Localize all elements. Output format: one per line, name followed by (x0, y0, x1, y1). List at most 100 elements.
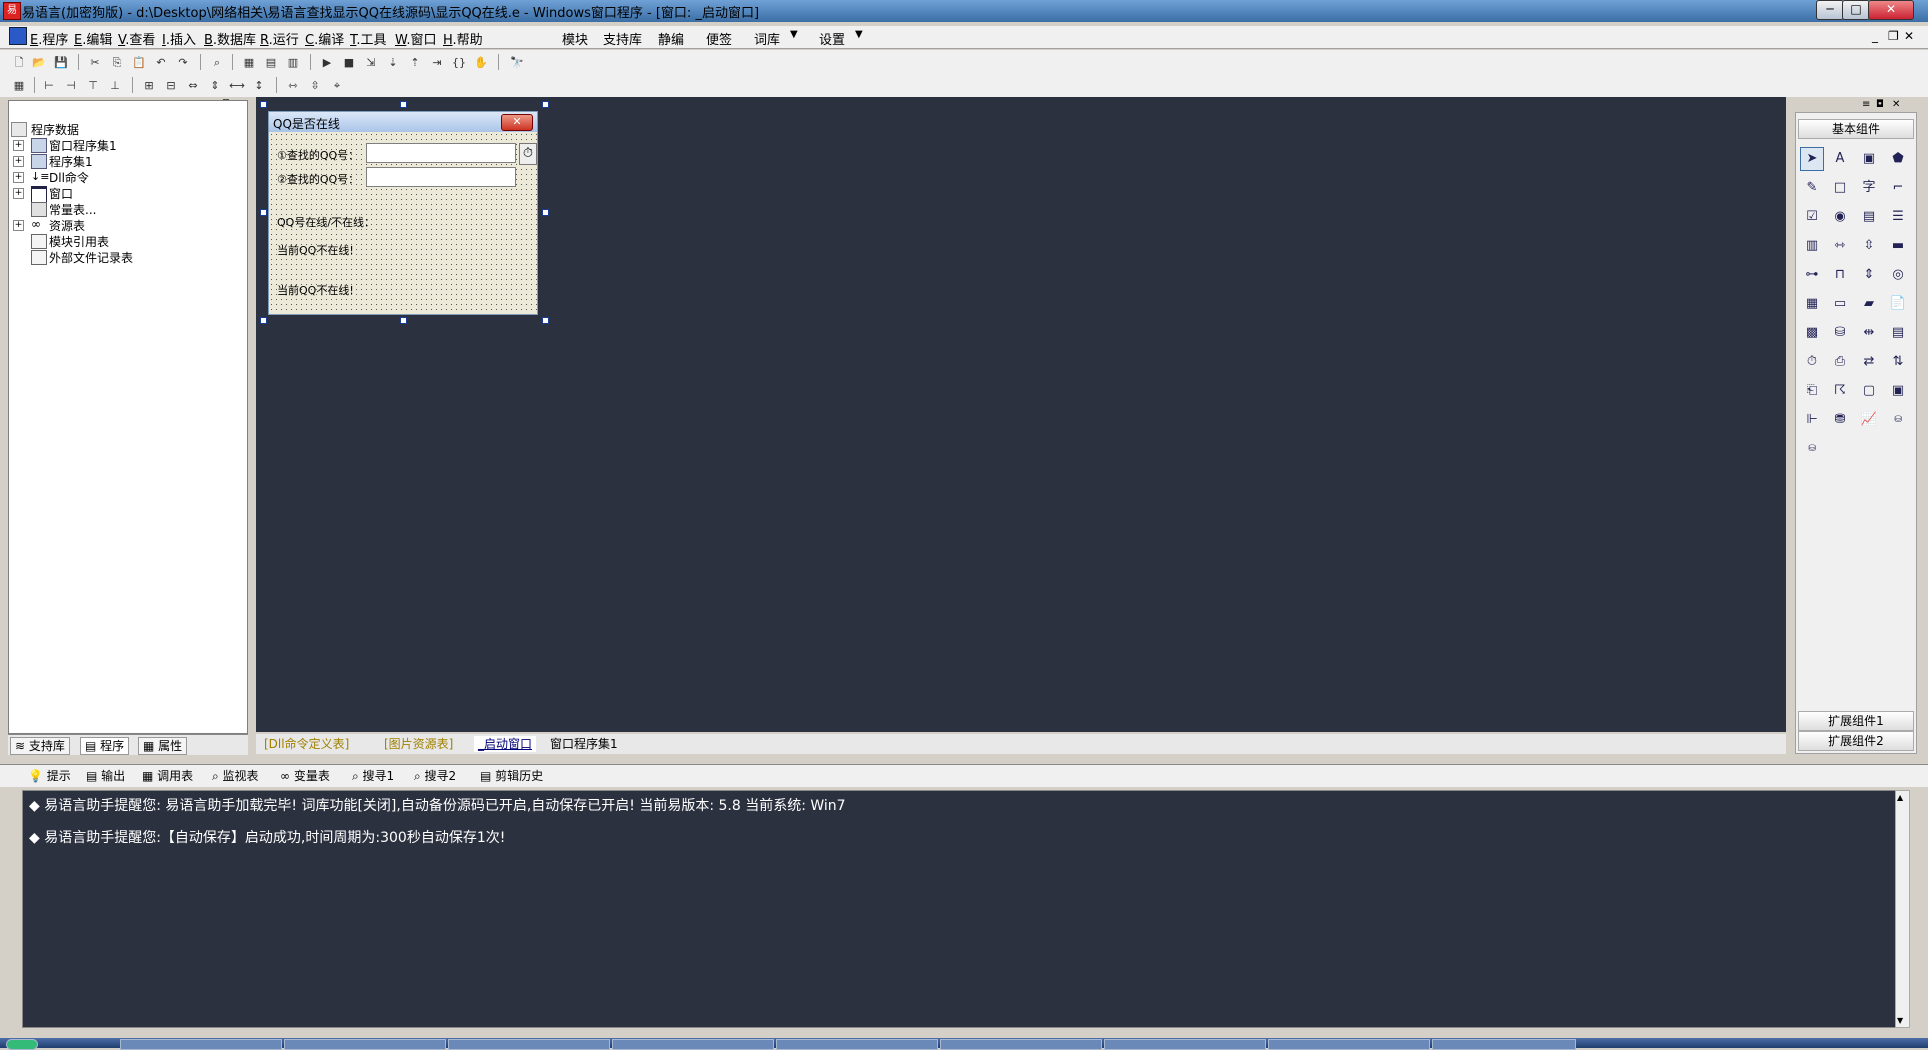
label-status[interactable]: QQ号在线/不在线： (277, 214, 375, 230)
slider-icon[interactable]: ⊶ (1800, 263, 1824, 287)
run-to-cursor-icon[interactable]: ⇥ (428, 54, 446, 72)
menu-module[interactable]: 模块 (562, 29, 588, 48)
thesaurus-dropdown-icon[interactable]: ▼ (790, 29, 798, 40)
menu-static-compile[interactable]: 静编 (658, 29, 684, 48)
menu-run[interactable]: R.运行 (260, 29, 299, 48)
extension-components-1[interactable]: 扩展组件1 (1798, 711, 1914, 731)
taskbar-item[interactable] (612, 1039, 774, 1050)
resize-handle[interactable] (542, 317, 549, 324)
menu-program[interactable]: E.程序 (30, 29, 68, 48)
tree-root[interactable]: 程序数据 (9, 121, 239, 137)
taskbar-item[interactable] (1268, 1039, 1430, 1050)
tab-output[interactable]: ▤ 输出 (86, 768, 125, 784)
resize-handle[interactable] (400, 317, 407, 324)
calendar-icon[interactable]: ▦ (1800, 292, 1824, 316)
scroll-down-icon[interactable]: ▼ (1897, 1016, 1903, 1025)
pointer-icon[interactable]: ➤ (1800, 147, 1824, 171)
right-panel-close-icon[interactable]: ✕ (1892, 99, 1900, 110)
program-menu-icon[interactable] (9, 27, 27, 45)
chart-icon[interactable]: 📈 (1857, 408, 1881, 432)
taskbar-item[interactable] (776, 1039, 938, 1050)
mdi-minimize-icon[interactable]: _ (1872, 29, 1878, 43)
expand-icon[interactable]: + (13, 220, 24, 231)
expand-icon[interactable]: + (13, 188, 24, 199)
form-close-icon[interactable]: ✕ (501, 114, 533, 131)
space-v-icon[interactable]: ↕ (250, 77, 268, 95)
tab-watch[interactable]: ⌕ 监视表 (212, 768, 259, 784)
progress-icon[interactable]: ▬ (1886, 234, 1910, 258)
tab-image-resources[interactable]: [图片资源表] (380, 736, 457, 752)
basic-components-header[interactable]: 基本组件 (1798, 119, 1914, 139)
qq2-input[interactable] (366, 167, 516, 187)
rich-text-icon[interactable]: 📄 (1886, 292, 1910, 316)
printer-icon[interactable]: ⎙ (1828, 350, 1852, 374)
open-file-icon[interactable]: 📂 (30, 54, 48, 72)
table-icon[interactable]: ▩ (1800, 321, 1824, 345)
menu-view[interactable]: V.查看 (118, 29, 155, 48)
menu-edit[interactable]: E.编辑 (74, 29, 112, 48)
resize-handle[interactable] (400, 101, 407, 108)
checkbox-icon[interactable]: ☑ (1800, 205, 1824, 229)
same-width-icon[interactable]: ⇔ (184, 77, 202, 95)
grid-icon[interactable]: ▦ (10, 77, 28, 95)
align-top-icon[interactable]: ⊤ (84, 77, 102, 95)
label-qq2[interactable]: ②查找的QQ号： (277, 171, 359, 187)
taskbar-item[interactable] (1104, 1039, 1266, 1050)
tab-call-stack[interactable]: ▦ 调用表 (142, 768, 193, 784)
data-source-icon[interactable]: ⛁ (1828, 321, 1852, 345)
extension-components-2[interactable]: 扩展组件2 (1798, 731, 1914, 751)
scroll-up-icon[interactable]: ▲ (1897, 793, 1903, 802)
picture-box-icon[interactable]: ▣ (1857, 147, 1881, 171)
timer-icon[interactable]: ⏱ (519, 143, 537, 165)
mdi-restore-icon[interactable]: ❐ (1888, 29, 1899, 43)
text-component-icon[interactable]: 字 (1857, 176, 1881, 200)
menu-thesaurus[interactable]: 词库 (754, 29, 780, 48)
edit-box-icon[interactable]: ▭ (1828, 292, 1852, 316)
tree-item-window-assembly[interactable]: + 窗口程序集1 (9, 137, 239, 153)
paste-icon[interactable]: 📋 (130, 54, 148, 72)
output-panel[interactable]: ◆ 易语言助手提醒您: 易语言助手加载完毕! 词库功能[关闭],自动备份源码已开… (22, 790, 1896, 1028)
minimize-button[interactable]: ─ (1816, 0, 1844, 20)
select-list-icon[interactable]: ▥ (1800, 234, 1824, 258)
maximize-button[interactable]: □ (1842, 0, 1870, 20)
shape-box-icon[interactable]: ⬟ (1886, 147, 1910, 171)
tab-window-assembly[interactable]: 窗口程序集1 (546, 736, 622, 752)
menu-database[interactable]: B.数据库 (204, 29, 256, 48)
resize-handle[interactable] (542, 209, 549, 216)
center-h-icon[interactable]: ⊞ (140, 77, 158, 95)
window-component-icon[interactable]: ▢ (1857, 379, 1881, 403)
tree-view-icon[interactable]: ⊩ (1800, 408, 1824, 432)
tab-control-icon[interactable]: ⊓ (1828, 263, 1852, 287)
tree-item-resources[interactable]: + ∞ 资源表 (9, 217, 239, 233)
output-scrollbar[interactable]: ▲ ▼ (1895, 790, 1910, 1028)
menu-compile[interactable]: C.编译 (305, 29, 344, 48)
qq1-input[interactable] (366, 143, 516, 163)
equal-vspacing-icon[interactable]: ⇳ (306, 77, 324, 95)
form-title-bar[interactable]: QQ是否在线 ✕ (269, 112, 537, 132)
server-icon[interactable]: ⎗ (1800, 379, 1824, 403)
tab-search2[interactable]: ⌕ 搜寻2 (414, 768, 456, 784)
database-icon[interactable]: ⛃ (1828, 408, 1852, 432)
start-button[interactable] (6, 1039, 38, 1050)
clock-icon[interactable]: ⏱ (1800, 350, 1824, 374)
menu-insert[interactable]: I.插入 (162, 29, 196, 48)
breakpoint-icon[interactable]: {} (450, 54, 468, 72)
equal-spacing-icon[interactable]: ⇿ (284, 77, 302, 95)
odbc-icon[interactable]: ⛁ (1886, 408, 1910, 432)
close-button[interactable]: ✕ (1868, 0, 1914, 20)
same-height-icon[interactable]: ⇕ (206, 77, 224, 95)
radio-icon[interactable]: ◉ (1828, 205, 1852, 229)
menu-window[interactable]: W.窗口 (395, 29, 437, 48)
tree-item-constants[interactable]: 常量表... (9, 201, 239, 217)
cut-icon[interactable]: ✂ (86, 54, 104, 72)
label-component-icon[interactable]: A (1828, 147, 1852, 171)
label-result2[interactable]: 当前QQ不在线! (277, 282, 354, 298)
tab-variables[interactable]: ∞ 变量表 (280, 768, 330, 784)
expand-icon[interactable]: + (13, 156, 24, 167)
menu-notes[interactable]: 便签 (706, 29, 732, 48)
tree-item-module-refs[interactable]: 模块引用表 (9, 233, 239, 249)
find-icon[interactable]: ⌕ (208, 54, 226, 72)
tree-item-dll[interactable]: + ↓≡ Dll命令 (9, 169, 239, 185)
odbc-db-icon[interactable]: ⛁ (1800, 437, 1824, 461)
stop-icon[interactable]: ■ (340, 54, 358, 72)
